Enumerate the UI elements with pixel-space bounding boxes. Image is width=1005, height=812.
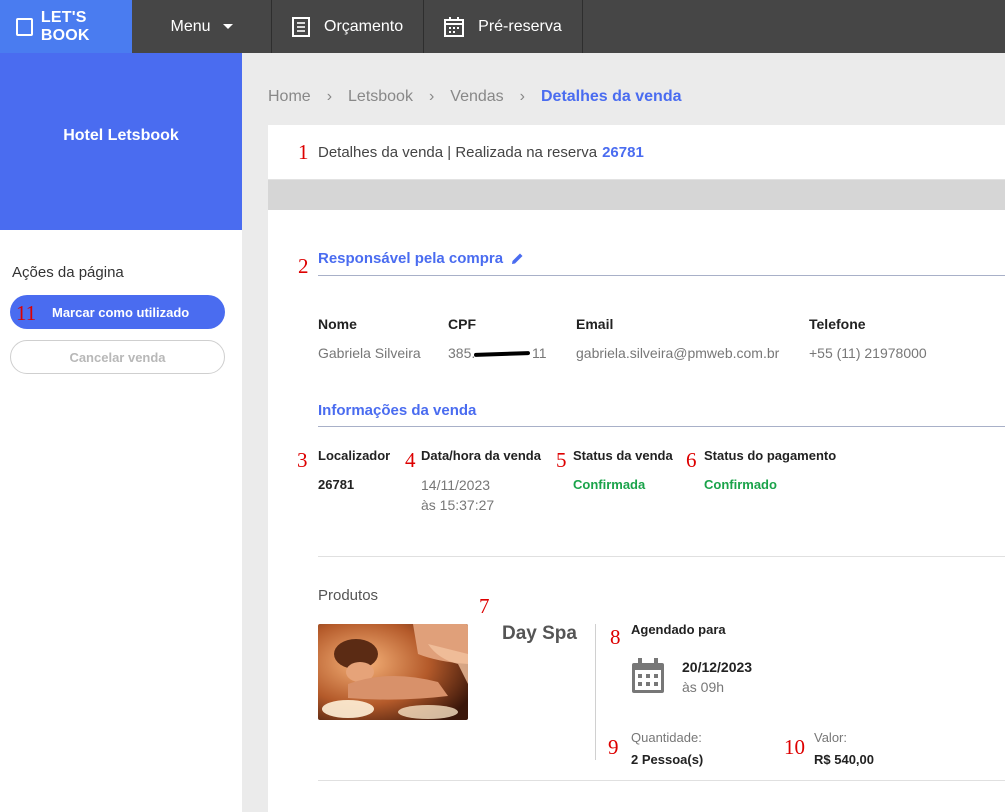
sale-status-badge: Confirmada bbox=[573, 477, 646, 492]
breadcrumb-current: Detalhes da venda bbox=[541, 88, 682, 105]
menu-label: Menu bbox=[170, 17, 211, 35]
main-content: Home › Letsbook › Vendas › Detalhes da v… bbox=[242, 53, 1005, 812]
buyer-email: gabriela.silveira@pmweb.com.br bbox=[576, 345, 780, 361]
scheduled-time: às 09h bbox=[682, 679, 725, 695]
annotation-1: 1 bbox=[298, 140, 309, 164]
breadcrumb-vendas[interactable]: Vendas bbox=[450, 88, 503, 106]
sale-time: às 15:37:27 bbox=[421, 497, 495, 513]
breadcrumb: Home › Letsbook › Vendas › Detalhes da v… bbox=[268, 88, 682, 106]
product-image bbox=[318, 624, 468, 720]
reservation-number[interactable]: 26781 bbox=[602, 144, 644, 161]
buyer-title-text: Responsável pela compra bbox=[318, 250, 504, 267]
sale-title-text: Informações da venda bbox=[318, 402, 477, 419]
value-label: Valor: bbox=[814, 730, 847, 745]
logo-text: LET'S BOOK bbox=[40, 8, 90, 44]
annotation-11: 11 bbox=[16, 301, 37, 325]
annotation-5: 5 bbox=[556, 448, 567, 472]
label-datetime: Data/hora da venda bbox=[421, 448, 541, 463]
scheduled-date: 20/12/2023 bbox=[682, 659, 753, 675]
chevron-down-icon bbox=[222, 24, 233, 29]
logo[interactable]: LET'S BOOK bbox=[0, 0, 132, 53]
buyer-name: Gabriela Silveira bbox=[318, 345, 421, 361]
product-name: Day Spa bbox=[502, 623, 577, 644]
nav-prereserva-label: Pré-reserva bbox=[478, 17, 562, 35]
sale-date: 14/11/2023 bbox=[421, 477, 491, 493]
chevron-right-icon: › bbox=[428, 88, 435, 105]
nav-orcamento[interactable]: Orçamento bbox=[272, 0, 425, 53]
calendar-icon bbox=[631, 658, 665, 699]
buyer-section-title: Responsável pela compra bbox=[318, 250, 524, 267]
logo-icon bbox=[16, 17, 33, 36]
label-locator: Localizador bbox=[318, 448, 391, 463]
nav-prereserva[interactable]: Pré-reserva bbox=[424, 0, 583, 53]
annotation-9: 9 bbox=[608, 735, 619, 759]
buyer-phone: +55 (11) 21978000 bbox=[809, 345, 927, 361]
products-divider-bottom bbox=[318, 780, 1005, 781]
label-cpf: CPF bbox=[448, 316, 476, 332]
annotation-10: 10 bbox=[784, 735, 805, 759]
label-phone: Telefone bbox=[809, 316, 866, 332]
sale-divider bbox=[318, 426, 1005, 427]
products-title: Produtos bbox=[318, 587, 379, 604]
menu-dropdown[interactable]: Menu bbox=[132, 0, 272, 53]
separator-bar bbox=[268, 180, 1005, 210]
mark-used-label: Marcar como utilizado bbox=[52, 304, 190, 320]
sale-locator: 26781 bbox=[318, 477, 355, 492]
top-bar: LET'S BOOK Menu Orçamento Pré-reserva bbox=[0, 0, 1005, 53]
annotation-7: 7 bbox=[479, 594, 490, 618]
buyer-cpf-start: 385. bbox=[448, 345, 476, 361]
breadcrumb-home[interactable]: Home bbox=[268, 88, 311, 106]
sale-section-title: Informações da venda bbox=[318, 402, 476, 419]
scheduled-label: Agendado para bbox=[631, 622, 726, 637]
hotel-name: Hotel Letsbook bbox=[0, 53, 242, 230]
cancel-sale-label: Cancelar venda bbox=[69, 349, 166, 365]
quantity-value: 2 Pessoa(s) bbox=[631, 752, 704, 767]
payment-status-badge: Confirmado bbox=[704, 477, 777, 492]
quantity-label: Quantidade: bbox=[631, 730, 702, 745]
label-sale-status: Status da venda bbox=[573, 448, 673, 463]
label-name: Nome bbox=[318, 316, 357, 332]
document-icon bbox=[292, 16, 310, 37]
products-divider-top bbox=[318, 556, 1005, 557]
breadcrumb-letsbook[interactable]: Letsbook bbox=[348, 88, 413, 106]
label-email: Email bbox=[576, 316, 614, 332]
sale-details-card: 2 Responsável pela compra Nome CPF Email… bbox=[268, 210, 1005, 812]
annotation-6: 6 bbox=[686, 448, 697, 472]
cpf-redaction bbox=[473, 351, 531, 357]
edit-icon[interactable] bbox=[511, 252, 524, 265]
buyer-divider bbox=[318, 275, 1005, 276]
calendar-icon bbox=[444, 16, 465, 37]
chevron-right-icon: › bbox=[326, 88, 333, 105]
annotation-4: 4 bbox=[405, 448, 416, 472]
annotation-8: 8 bbox=[610, 625, 621, 649]
chevron-right-icon: › bbox=[519, 88, 525, 105]
cancel-sale-button[interactable]: Cancelar venda bbox=[10, 340, 225, 374]
sale-header-text: Detalhes da venda | Realizada na reserva bbox=[318, 143, 598, 161]
label-payment-status: Status do pagamento bbox=[704, 448, 837, 463]
product-vertical-divider bbox=[595, 624, 596, 760]
nav-orcamento-label: Orçamento bbox=[324, 17, 404, 35]
actions-title: Ações da página bbox=[12, 264, 124, 281]
mark-used-button[interactable]: Marcar como utilizado bbox=[10, 295, 225, 329]
value-amount: R$ 540,00 bbox=[814, 752, 874, 767]
annotation-2: 2 bbox=[298, 254, 309, 278]
annotation-3: 3 bbox=[297, 448, 308, 472]
buyer-cpf-end: 11 bbox=[532, 345, 547, 361]
sale-header-card: 1 Detalhes da venda | Realizada na reser… bbox=[268, 125, 1005, 180]
sidebar: Hotel Letsbook Ações da página Marcar co… bbox=[0, 53, 242, 812]
